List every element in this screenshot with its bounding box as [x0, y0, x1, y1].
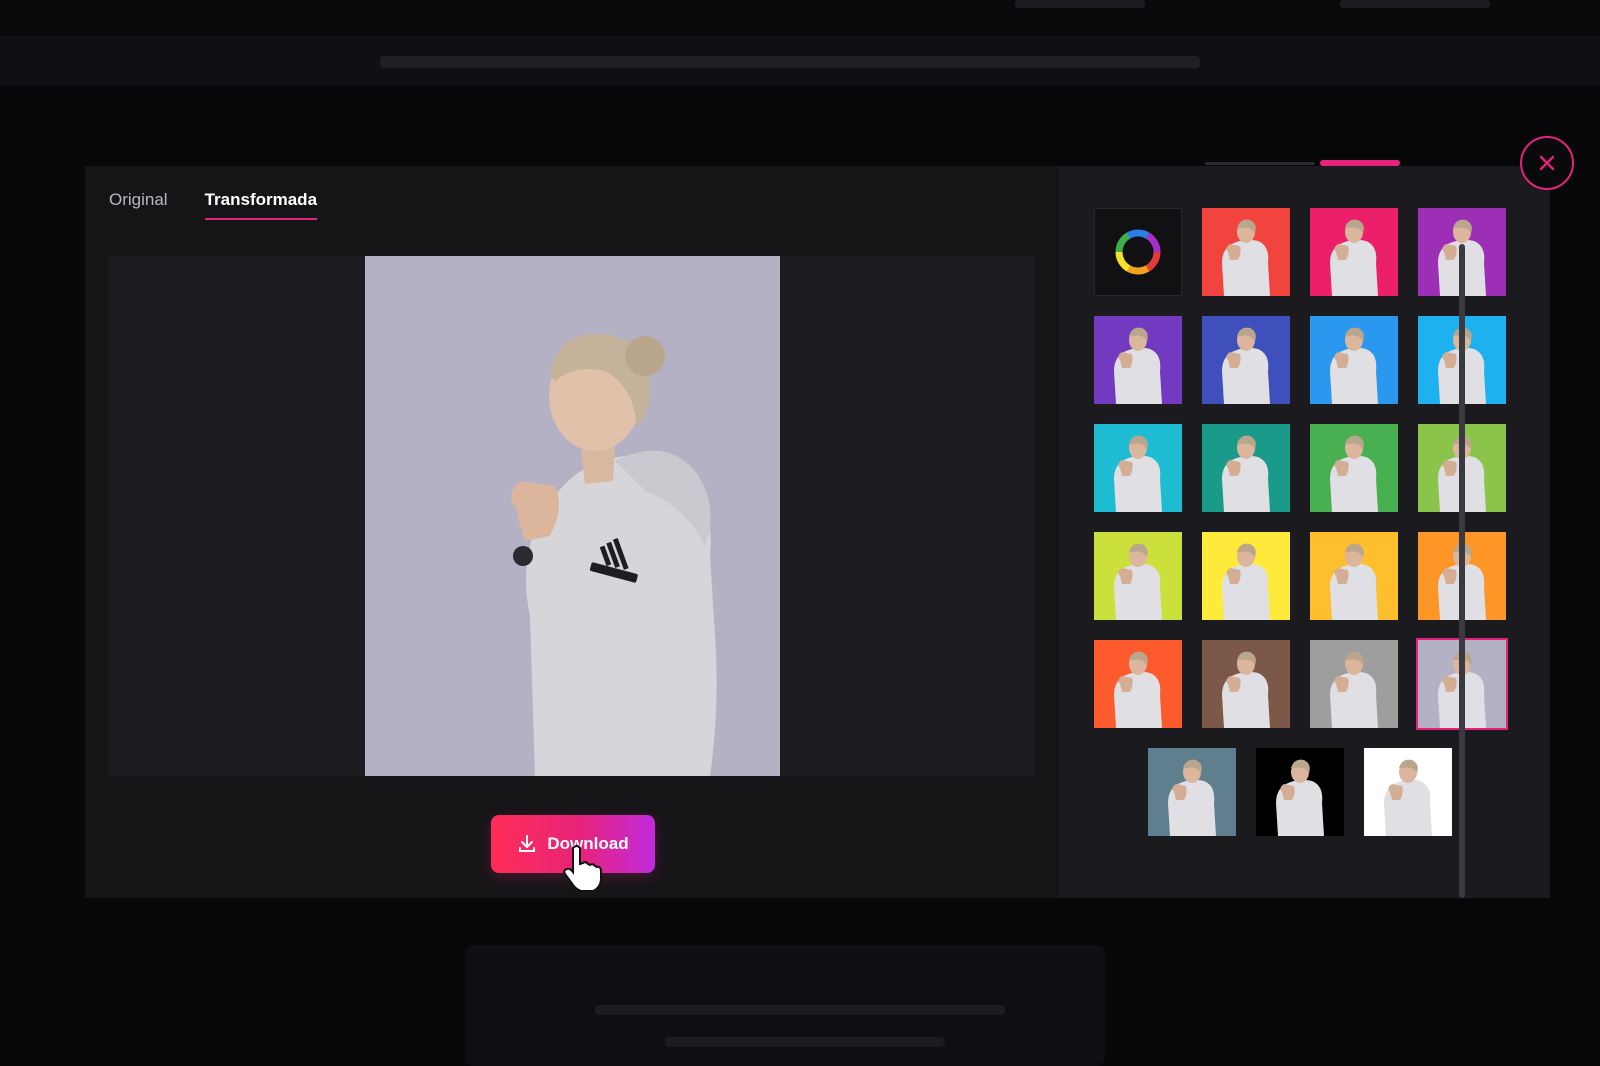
person-thumbnail — [1222, 327, 1270, 404]
person-thumbnail — [1222, 651, 1270, 728]
background-color-swatch[interactable] — [1094, 532, 1182, 620]
person-thumbnail — [1168, 759, 1216, 836]
background-editor-modal: Original Transformada Download — [85, 166, 1550, 898]
blurred-text — [1340, 0, 1490, 8]
transformed-image — [365, 256, 780, 776]
background-color-swatch[interactable] — [1310, 640, 1398, 728]
background-color-swatch[interactable] — [1310, 316, 1398, 404]
close-button[interactable] — [1520, 136, 1574, 190]
background-color-swatch[interactable] — [1202, 316, 1290, 404]
person-thumbnail — [1330, 435, 1378, 512]
page-banner — [0, 36, 1600, 86]
person-thumbnail — [1330, 219, 1378, 296]
blurred-text — [665, 1037, 945, 1047]
background-color-swatch[interactable] — [1310, 208, 1398, 296]
background-color-swatch[interactable] — [1148, 748, 1236, 836]
panel-tab-indicator — [1320, 160, 1400, 166]
background-color-swatch[interactable] — [1310, 424, 1398, 512]
page-top-bar — [0, 0, 1600, 34]
person-thumbnail — [1330, 651, 1378, 728]
background-color-swatch[interactable] — [1202, 640, 1290, 728]
view-tabs: Original Transformada — [109, 190, 318, 220]
panel-tab-indicator-track — [1205, 162, 1315, 165]
preview-pane: Original Transformada Download — [85, 166, 1059, 898]
person-thumbnail — [1384, 759, 1432, 836]
tab-transformada[interactable]: Transformada — [204, 190, 318, 220]
background-color-swatch[interactable] — [1364, 748, 1452, 836]
person-thumbnail — [1114, 651, 1162, 728]
person-thumbnail — [1330, 543, 1378, 620]
background-card — [465, 945, 1105, 1066]
color-wheel-icon — [1115, 229, 1161, 275]
background-color-panel — [1059, 166, 1550, 898]
person-thumbnail — [1330, 327, 1378, 404]
download-icon — [519, 835, 536, 852]
person-thumbnail — [1222, 219, 1270, 296]
background-color-swatch[interactable] — [1202, 208, 1290, 296]
person-thumbnail — [1114, 327, 1162, 404]
person-thumbnail — [1222, 543, 1270, 620]
background-color-swatch[interactable] — [1094, 316, 1182, 404]
background-color-swatch[interactable] — [1094, 640, 1182, 728]
tab-original[interactable]: Original — [109, 190, 168, 220]
background-color-swatch[interactable] — [1094, 424, 1182, 512]
person-thumbnail — [1222, 435, 1270, 512]
hand-cursor-icon — [563, 845, 602, 892]
background-color-swatch[interactable] — [1202, 424, 1290, 512]
blurred-text — [380, 56, 1200, 68]
person-thumbnail — [1276, 759, 1324, 836]
background-color-swatch[interactable] — [1202, 532, 1290, 620]
close-icon — [1539, 155, 1555, 171]
blurred-text — [1015, 0, 1145, 8]
blurred-text — [595, 1005, 1005, 1015]
image-preview-area — [108, 256, 1035, 776]
panel-scrollbar[interactable] — [1459, 244, 1465, 898]
person-thumbnail — [1114, 435, 1162, 512]
custom-color-button[interactable] — [1094, 208, 1182, 296]
person-thumbnail — [1114, 543, 1162, 620]
background-color-swatch[interactable] — [1256, 748, 1344, 836]
person-illustration — [511, 333, 717, 776]
background-color-swatch[interactable] — [1310, 532, 1398, 620]
